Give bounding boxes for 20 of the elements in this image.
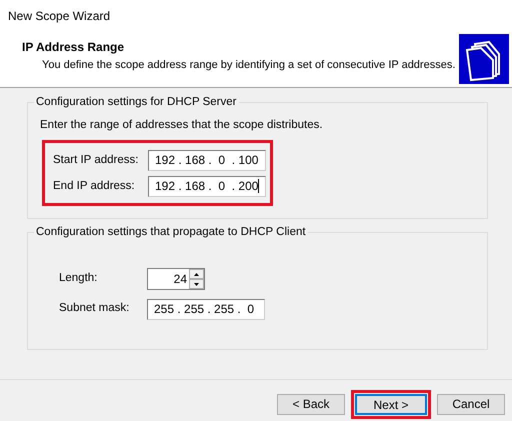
length-spinner[interactable]: 24 (147, 268, 205, 290)
spin-up-icon[interactable] (189, 269, 204, 279)
field-label: End IP address: (53, 178, 136, 194)
instruction-text: Enter the range of addresses that the scope distributes. (39, 118, 324, 133)
folders-icon (459, 34, 509, 84)
field-label: Length: (59, 271, 98, 286)
group-legend: Configuration settings for DHCP Server (34, 95, 238, 109)
ip-address-field[interactable]: 192 . 168 . 0 . 100 (148, 150, 266, 171)
wizard-button[interactable]: Cancel (437, 394, 505, 415)
wizard-button[interactable]: < Back (277, 394, 345, 415)
ip-address-field[interactable]: 192 . 168 . 0 . 200 (148, 176, 266, 197)
field-label: Start IP address: (53, 152, 140, 168)
spin-down-icon[interactable] (189, 279, 204, 289)
window-title: New Scope Wizard (8, 9, 110, 23)
wizard-button[interactable]: Next > (355, 394, 427, 415)
page-subtitle: You define the scope address range by identifying a set of consecutive IP addresses. (41, 58, 456, 73)
page-title: IP Address Range (22, 39, 126, 56)
field-label: Subnet mask: (59, 301, 130, 316)
group-legend: Configuration settings that propagate to DHCP Client (34, 225, 308, 239)
subnet-mask-field[interactable]: 255 . 255 . 255 . 0 (147, 298, 265, 320)
